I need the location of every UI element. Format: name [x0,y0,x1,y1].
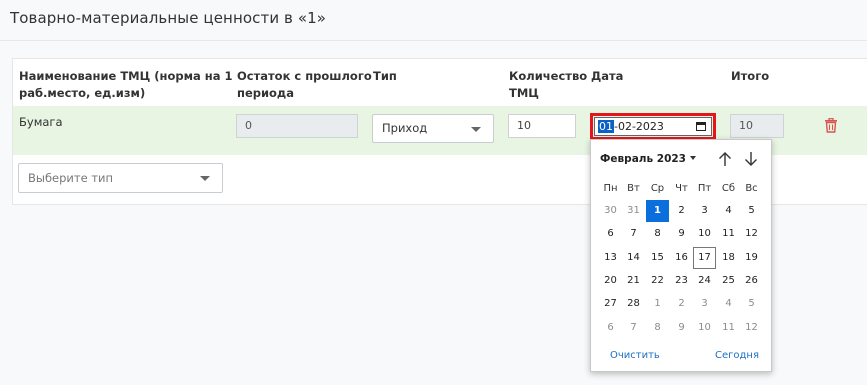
calendar-day[interactable]: 10 [693,223,716,245]
calendar-day[interactable]: 25 [717,270,740,292]
header-name-line2: раб.место, ед.изм) [19,86,146,100]
header-date: Дата [591,68,623,85]
calendar-day[interactable]: 16 [670,247,693,269]
calendar-day[interactable]: 4 [717,200,740,222]
calendar-day[interactable]: 6 [599,223,622,245]
title-divider [0,40,867,41]
date-field[interactable]: 01-02-2023 [594,117,712,136]
calendar-day[interactable]: 9 [670,317,693,339]
chevron-down-icon [200,176,210,181]
arrow-up-icon[interactable] [717,150,733,168]
calendar-day[interactable]: 1 [646,200,669,222]
header-remainder-line1: Остаток с прошлого [237,69,372,83]
date-picker-popup: Февраль 2023 Пн Вт Ср Чт Пт Сб Вс 30 31 1 2 3 4 5 6 7 8… [590,139,772,372]
month-year-selector[interactable]: Февраль 2023 [600,153,696,165]
weekday-label: Пн [603,183,618,194]
calendar-day[interactable]: 14 [622,247,645,269]
calendar-day[interactable]: 5 [740,293,763,315]
header-quantity-line1: Количество [509,69,588,83]
calendar-day[interactable]: 26 [740,270,763,292]
add-type-select[interactable]: Выберите тип [18,163,223,193]
calendar-day[interactable]: 7 [622,317,645,339]
calendar-day[interactable]: 12 [740,317,763,339]
calendar-icon[interactable] [696,122,706,131]
calendar-day[interactable]: 27 [599,293,622,315]
header-type: Тип [373,68,397,85]
month-year-label: Февраль 2023 [600,153,686,165]
header-type-line1: Тип [373,69,397,83]
calendar-day[interactable]: 23 [670,270,693,292]
calendar-day[interactable]: 7 [622,223,645,245]
header-name-line1: Наименование ТМЦ (норма на 1 [19,69,233,83]
calendar-day[interactable]: 3 [693,293,716,315]
calendar-day[interactable]: 18 [717,247,740,269]
clear-button[interactable]: Очистить [610,350,660,361]
header-total-line1: Итого [731,69,770,83]
calendar-day[interactable]: 1 [646,293,669,315]
calendar-day[interactable]: 10 [693,317,716,339]
header-total: Итого [731,68,769,85]
header-name: Наименование ТМЦ (норма на 1 раб.место, … [19,68,233,102]
calendar-day[interactable]: 21 [622,270,645,292]
calendar-day[interactable]: 20 [599,270,622,292]
add-type-placeholder: Выберите тип [28,171,114,185]
page-title: Товарно-материальные ценности в «1» [10,9,327,27]
today-button[interactable]: Сегодня [715,350,759,361]
calendar-day[interactable]: 2 [670,200,693,222]
header-remainder: Остаток с прошлого периода [237,68,372,102]
header-quantity: Количество ТМЦ [509,68,587,102]
calendar-day[interactable]: 11 [717,223,740,245]
weekday-label: Вс [745,183,758,194]
calendar-day[interactable]: 8 [646,317,669,339]
total-field: 10 [730,114,784,138]
calendar-day[interactable]: 6 [599,317,622,339]
type-select-value: Приход [382,121,428,135]
date-day-segment[interactable]: 01 [598,120,614,133]
calendar-day[interactable]: 19 [740,247,763,269]
calendar-day[interactable]: 2 [670,293,693,315]
calendar-day[interactable]: 4 [717,293,740,315]
calendar-day[interactable]: 22 [646,270,669,292]
header-date-line1: Дата [591,69,624,83]
quantity-field[interactable]: 10 [508,114,576,138]
weekday-label: Вт [627,183,640,194]
header-remainder-line2: периода [237,86,294,100]
chevron-down-icon [471,126,481,132]
calendar-day[interactable]: 30 [599,200,622,222]
caret-down-icon [690,156,696,160]
calendar-day[interactable]: 15 [646,247,669,269]
remainder-field: 0 [236,114,358,138]
calendar-day[interactable]: 31 [622,200,645,222]
date-rest-segment[interactable]: -02-2023 [614,120,664,133]
arrow-down-icon[interactable] [743,150,759,168]
type-select[interactable]: Приход [372,114,494,143]
calendar-day[interactable]: 28 [622,293,645,315]
calendar-day[interactable]: 9 [670,223,693,245]
header-quantity-line2: ТМЦ [509,86,539,100]
calendar-day[interactable]: 11 [717,317,740,339]
weekday-label: Чт [675,183,688,194]
calendar-day[interactable]: 5 [740,200,763,222]
weekday-label: Пт [697,183,712,194]
calendar-day[interactable]: 8 [646,223,669,245]
calendar-day[interactable]: 24 [693,270,716,292]
weekday-label: Сб [721,183,736,194]
row-name: Бумага [19,115,63,129]
calendar-day[interactable]: 13 [599,247,622,269]
weekday-label: Ср [650,183,665,194]
trash-icon[interactable] [824,118,838,133]
calendar-day[interactable]: 17 [693,246,716,269]
calendar-day[interactable]: 12 [740,223,763,245]
calendar-day[interactable]: 3 [693,200,716,222]
